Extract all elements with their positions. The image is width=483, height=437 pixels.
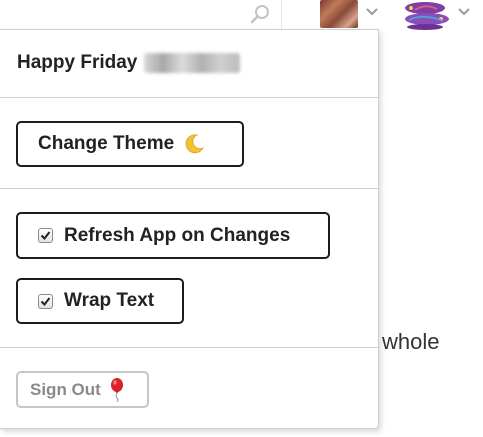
background-text: whole	[382, 329, 440, 354]
checkmark-icon	[40, 296, 51, 306]
divider	[0, 347, 378, 348]
divider	[0, 97, 378, 98]
refresh-app-label: Refresh App on Changes	[64, 224, 291, 246]
change-theme-button[interactable]: Change Theme	[16, 121, 244, 167]
refresh-app-checkbox[interactable]	[38, 228, 53, 243]
divider	[0, 188, 378, 189]
topbar-divider	[281, 0, 282, 30]
change-theme-label: Change Theme	[38, 133, 175, 154]
checkmark-icon	[40, 231, 51, 241]
sign-out-label: Sign Out	[30, 379, 101, 399]
user-menu-dropdown: Happy Friday Change Theme Refresh App on…	[0, 29, 379, 429]
team-logo[interactable]	[401, 0, 453, 30]
wrap-text-checkbox[interactable]	[38, 293, 53, 309]
page: whole Happy Friday Change Theme Refresh …	[0, 0, 483, 437]
wrap-text-label: Wrap Text	[64, 290, 155, 311]
sign-out-button[interactable]: Sign Out	[16, 371, 149, 408]
blurred-username	[144, 53, 241, 73]
chevron-down-icon[interactable]	[364, 4, 380, 20]
greeting: Happy Friday	[17, 52, 241, 74]
chevron-down-icon[interactable]	[456, 4, 472, 20]
balloon-icon	[110, 377, 123, 402]
crescent-moon-icon	[185, 134, 205, 154]
wrap-text-toggle[interactable]: Wrap Text	[16, 278, 184, 324]
greeting-text: Happy Friday	[17, 52, 138, 73]
search-icon[interactable]	[248, 2, 272, 26]
user-avatar[interactable]	[320, 0, 358, 28]
refresh-app-toggle[interactable]: Refresh App on Changes	[16, 212, 330, 259]
